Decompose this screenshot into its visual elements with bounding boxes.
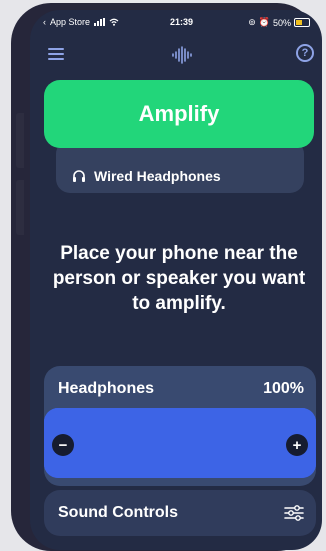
status-right: ⊚ ⏰ 50% bbox=[248, 17, 310, 28]
battery-percent: 50% bbox=[272, 17, 291, 28]
volume-increase-button[interactable]: + bbox=[286, 434, 308, 456]
sliders-icon bbox=[284, 505, 304, 521]
top-bar: ? bbox=[30, 36, 322, 66]
instruction-text: Place your phone near the person or spea… bbox=[52, 243, 306, 314]
volume-card: Headphones 100% − + bbox=[44, 366, 316, 486]
help-label: ? bbox=[301, 47, 309, 59]
volume-percent: 100% bbox=[263, 380, 304, 397]
plus-icon: + bbox=[292, 436, 302, 454]
minus-icon: − bbox=[58, 436, 68, 454]
amplify-label: Amplify bbox=[138, 101, 220, 126]
volume-down-hardware-button bbox=[16, 180, 24, 235]
signal-bars-icon bbox=[94, 18, 106, 26]
volume-decrease-button[interactable]: − bbox=[52, 434, 74, 456]
help-button[interactable]: ? bbox=[296, 44, 314, 62]
sound-controls-label: Sound Controls bbox=[58, 504, 178, 521]
status-bar: ‹ App Store 21:39 ⊚ ⏰ 50% bbox=[30, 14, 322, 32]
volume-up-hardware-button bbox=[16, 113, 24, 168]
status-left[interactable]: ‹ App Store bbox=[43, 17, 119, 27]
back-app-label: App Store bbox=[50, 17, 91, 27]
hamburger-menu-icon[interactable] bbox=[48, 48, 64, 60]
wifi-icon bbox=[109, 18, 119, 26]
sound-wave-icon bbox=[172, 46, 192, 64]
volume-slider[interactable]: − + bbox=[44, 408, 316, 478]
phone-frame: ‹ App Store 21:39 ⊚ ⏰ 50% ? Wired Headph… bbox=[11, 3, 322, 551]
headphones-icon bbox=[73, 170, 85, 182]
battery-charging-icon bbox=[294, 18, 310, 27]
app-screen: ‹ App Store 21:39 ⊚ ⏰ 50% ? Wired Headph… bbox=[30, 10, 322, 550]
amplify-button[interactable]: Amplify bbox=[44, 80, 314, 148]
output-device-label: Wired Headphones bbox=[94, 168, 221, 184]
clock: 21:39 bbox=[170, 17, 194, 27]
back-arrow-icon: ‹ bbox=[43, 17, 46, 27]
rotation-lock-icon: ⊚ bbox=[248, 17, 256, 27]
sound-controls-button[interactable]: Sound Controls bbox=[44, 490, 316, 536]
alarm-icon: ⏰ bbox=[258, 17, 270, 27]
volume-slider-fill bbox=[44, 408, 316, 478]
volume-label: Headphones bbox=[58, 380, 155, 397]
